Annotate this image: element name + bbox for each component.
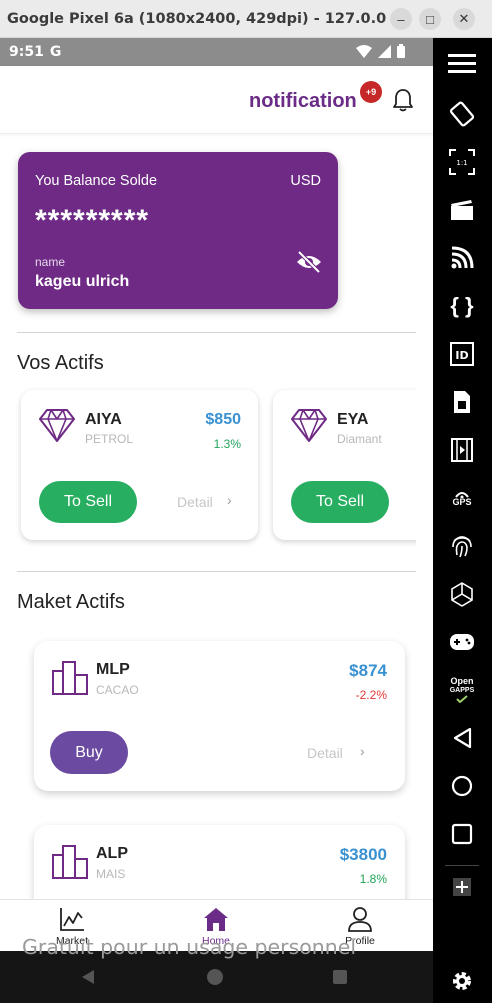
fullscreen-ratio-icon[interactable]: 1:1 — [445, 145, 479, 179]
home-circle-icon[interactable] — [206, 968, 224, 986]
sim-card-icon[interactable] — [445, 385, 479, 419]
eye-off-icon[interactable] — [295, 250, 323, 274]
minimize-button[interactable]: – — [390, 8, 412, 30]
recents-icon[interactable] — [332, 969, 348, 985]
battery-icon — [397, 44, 405, 58]
balance-card: You Balance Solde USD ********* name kag… — [18, 152, 338, 309]
market-asset-change: 1.8% — [359, 872, 387, 886]
back-triangle-icon[interactable] — [445, 721, 479, 755]
bar-chart-icon — [52, 845, 88, 879]
notification-label[interactable]: notification — [249, 90, 357, 113]
buy-button[interactable]: Buy — [50, 731, 128, 774]
gps-icon[interactable]: GPS — [445, 481, 479, 515]
window-title: Google Pixel 6a (1080x2400, 429dpi) - 12… — [7, 10, 387, 27]
cast-icon[interactable] — [445, 241, 479, 275]
code-braces-icon[interactable]: { } — [445, 289, 479, 323]
asset-name: AIYA — [85, 411, 122, 428]
name-label: name — [35, 255, 66, 269]
bell-icon[interactable] — [392, 88, 414, 112]
maximize-button[interactable]: □ — [419, 8, 441, 30]
recents-square-icon[interactable] — [445, 817, 479, 851]
balance-currency: USD — [290, 173, 321, 189]
chart-icon — [60, 908, 84, 931]
detail-link[interactable]: Detail — [177, 494, 213, 510]
film-icon[interactable] — [445, 433, 479, 467]
menu-icon[interactable] — [445, 46, 479, 80]
maket-actifs-title: Maket Actifs — [17, 591, 125, 613]
gps-label: GPS — [452, 497, 472, 507]
market-asset-price: $3800 — [339, 845, 387, 864]
close-button[interactable]: ✕ — [453, 8, 475, 30]
home-circle-toolbar-icon[interactable] — [445, 769, 479, 803]
asset-type: Diamant — [337, 432, 382, 446]
vos-actifs-title: Vos Actifs — [17, 352, 104, 374]
chevron-right-icon[interactable]: › — [360, 743, 365, 759]
market-asset-name: MLP — [96, 661, 130, 678]
profile-icon — [348, 907, 372, 932]
asset-card-eya[interactable]: EYA Diamant To Sell — [273, 390, 433, 540]
diamond-icon — [291, 409, 327, 442]
settings-gear-icon[interactable] — [445, 964, 479, 998]
back-icon[interactable] — [80, 969, 96, 985]
market-asset-type: MAIS — [96, 867, 126, 881]
3d-cube-icon[interactable] — [445, 577, 479, 611]
balance-masked-value: ********* — [35, 204, 150, 237]
to-sell-button[interactable]: To Sell — [291, 481, 389, 523]
asset-change: 1.3% — [213, 437, 241, 451]
status-time: 9:51 — [9, 44, 44, 60]
account-name: kageu ulrich — [35, 273, 130, 290]
home-icon — [204, 908, 228, 931]
list-clip — [416, 383, 433, 553]
phone-screen: 9:51 G notification +9 You Balance Solde… — [0, 38, 433, 1003]
bar-chart-icon — [52, 661, 88, 695]
google-icon: G — [49, 44, 62, 60]
market-asset-name: ALP — [96, 845, 128, 862]
fingerprint-icon[interactable] — [445, 529, 479, 563]
opengapps-icon[interactable]: Open GAPPS — [445, 673, 479, 707]
wifi-icon — [356, 44, 372, 58]
asset-name: EYA — [337, 411, 369, 428]
asset-price: $850 — [205, 411, 241, 428]
notification-badge: +9 — [360, 81, 382, 103]
to-sell-button[interactable]: To Sell — [39, 481, 137, 523]
rotate-icon[interactable] — [445, 97, 479, 131]
window-titlebar: Google Pixel 6a (1080x2400, 429dpi) - 12… — [0, 0, 492, 38]
toolbar-divider — [445, 865, 479, 866]
gamepad-icon[interactable] — [445, 625, 479, 659]
signal-icon — [378, 44, 391, 58]
watermark-text: Gratuit pour un usage personnel — [22, 935, 357, 959]
divider — [17, 571, 416, 572]
detail-link[interactable]: Detail — [307, 745, 343, 761]
asset-card-aiya[interactable]: AIYA PETROL $850 1.3% To Sell Detail › — [21, 390, 258, 540]
emulator-toolbar: 1:1 { } ID GPS Open GAPPS — [433, 38, 492, 1003]
market-asset-change: -2.2% — [355, 688, 387, 702]
divider — [17, 332, 416, 333]
balance-label: You Balance Solde — [35, 173, 158, 189]
screenrecord-icon[interactable] — [445, 193, 479, 227]
status-bar: 9:51 G — [0, 38, 433, 66]
plus-icon[interactable] — [445, 870, 479, 904]
diamond-icon — [39, 409, 75, 442]
opengapps-label-2: GAPPS — [449, 687, 475, 694]
id-icon[interactable]: ID — [445, 337, 479, 371]
app-bar: notification +9 — [0, 66, 433, 134]
ratio-label: 1:1 — [456, 159, 467, 167]
svg-text:ID: ID — [455, 349, 468, 362]
chevron-right-icon[interactable]: › — [227, 492, 232, 508]
asset-type: PETROL — [85, 432, 134, 446]
market-asset-type: CACAO — [96, 683, 139, 697]
market-card-mlp[interactable]: MLP CACAO $874 -2.2% Buy Detail › — [34, 641, 405, 791]
opengapps-label-1: Open — [450, 676, 474, 686]
market-asset-price: $874 — [349, 661, 387, 680]
status-icons — [356, 44, 405, 58]
